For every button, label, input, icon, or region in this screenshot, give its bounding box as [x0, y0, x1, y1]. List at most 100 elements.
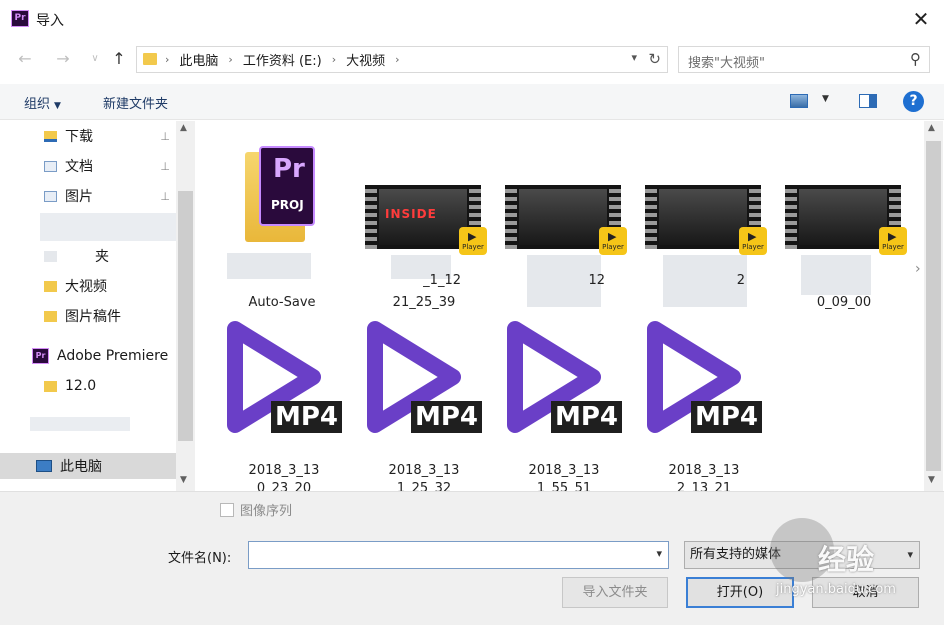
search-box[interactable]: 搜索"大视频" ⚲ [678, 46, 930, 73]
redacted-area [30, 417, 130, 431]
video-frame: INSIDE [379, 189, 467, 245]
sidebar-item-label: 12.0 [65, 378, 97, 394]
cancel-button[interactable]: 取消 [812, 577, 919, 608]
navigation-pane: 下载 ⊥ 文档 ⊥ 图片 ⊥ 夹 大视频 图片稿件 Pr Adobe Premi… [0, 121, 196, 491]
film-strip [365, 185, 377, 249]
breadcrumb-drive-e[interactable]: 工作资料 (E:) [243, 50, 322, 69]
forward-button[interactable]: → [52, 48, 74, 70]
view-options-caret-icon[interactable]: ▼ [822, 94, 829, 104]
search-input[interactable]: 搜索"大视频" [688, 52, 765, 71]
premiere-project-file-icon[interactable]: Pr PROJ [245, 146, 315, 242]
pin-icon: ⊥ [160, 129, 170, 143]
folder-icon [143, 53, 157, 65]
crumb-separator[interactable]: › [395, 53, 399, 66]
scrollbar-thumb[interactable] [178, 191, 193, 441]
breadcrumb-this-pc[interactable]: 此电脑 [179, 50, 218, 69]
file-label: 2018_3_13 [528, 463, 600, 478]
image-sequence-option[interactable]: 图像序列 [220, 500, 292, 519]
premiere-card: Pr PROJ [259, 146, 315, 226]
file-type-select[interactable]: 所有支持的媒体 ▾ [684, 541, 920, 569]
preview-pane-icon[interactable] [859, 94, 877, 108]
mp4-file-icon[interactable]: MP4 [497, 317, 637, 437]
file-label: 0_09_00 [816, 295, 872, 310]
chevron-right-icon: › [915, 261, 921, 277]
file-label: 21_25_39 [392, 295, 456, 310]
chevron-down-icon[interactable]: ▾ [631, 51, 637, 64]
video-thumbnail[interactable]: Player [645, 185, 767, 255]
recent-locations-button[interactable]: ∨ [84, 48, 106, 70]
close-button[interactable]: ✕ [898, 0, 944, 38]
sidebar-item-picture-drafts[interactable]: 图片稿件 [44, 303, 176, 329]
search-icon[interactable]: ⚲ [910, 50, 921, 68]
player-badge-icon: Player [879, 227, 907, 255]
breadcrumb-big-video[interactable]: 大视频 [346, 50, 385, 69]
content-scrollbar[interactable]: ▲ ▼ [924, 121, 943, 491]
sidebar-item-pictures[interactable]: 图片 ⊥ [44, 183, 176, 209]
sidebar-item-adobe-premiere[interactable]: Pr Adobe Premiere [32, 343, 176, 369]
sidebar-item-label: Adobe Premiere [57, 348, 169, 364]
crumb-separator[interactable]: › [228, 53, 232, 66]
sidebar-item-label: 图片稿件 [65, 309, 121, 325]
proj-glyph: PROJ [271, 198, 304, 212]
chevron-down-icon[interactable]: ▼ [180, 475, 187, 485]
premiere-icon: Pr [32, 348, 49, 364]
new-folder-button[interactable]: 新建文件夹 [103, 93, 168, 112]
sidebar-item-label: 此电脑 [60, 459, 102, 475]
sidebar-item-downloads[interactable]: 下载 ⊥ [44, 123, 176, 149]
sidebar-scrollbar[interactable]: ▲ ▼ [176, 121, 195, 491]
file-label: 2 [736, 273, 745, 288]
address-bar[interactable]: › 此电脑 › 工作资料 (E:) › 大视频 › ▾ ↻ [136, 46, 668, 73]
caret-down-icon: ▼ [54, 101, 61, 111]
folder-icon [44, 250, 57, 262]
organize-button[interactable]: 组织 ▼ [24, 93, 61, 112]
documents-icon [44, 160, 57, 172]
pr-glyph: Pr [273, 154, 305, 184]
pin-icon: ⊥ [160, 189, 170, 203]
sidebar-item-this-pc[interactable]: 此电脑 [0, 453, 176, 479]
sidebar-item-big-video[interactable]: 大视频 [44, 273, 176, 299]
premiere-app-icon: Pr [11, 10, 29, 27]
crumb-separator[interactable]: › [332, 53, 336, 66]
video-thumbnail[interactable]: Player [505, 185, 627, 255]
mp4-file-icon[interactable]: MP4 [217, 317, 357, 437]
chevron-down-icon[interactable]: ▾ [907, 542, 913, 568]
image-sequence-label: 图像序列 [240, 504, 293, 519]
help-icon[interactable]: ? [903, 91, 924, 112]
redacted-area [40, 213, 176, 241]
up-button[interactable]: ↑ [108, 48, 130, 70]
sidebar-item-12-0[interactable]: 12.0 [44, 373, 176, 399]
redacted-label [227, 253, 311, 279]
video-thumbnail[interactable]: Player [785, 185, 907, 255]
chevron-up-icon[interactable]: ▲ [928, 123, 935, 133]
redacted-label [801, 255, 871, 295]
change-view-icon[interactable] [790, 94, 808, 108]
back-button[interactable]: ← [14, 48, 36, 70]
breadcrumb: › 此电脑 › 工作资料 (E:) › 大视频 › [165, 47, 410, 72]
file-label: 2018_3_13 [668, 463, 740, 478]
film-strip [645, 185, 657, 249]
mp4-file-icon[interactable]: MP4 [637, 317, 777, 437]
scrollbar-thumb[interactable] [926, 141, 941, 471]
chevron-down-icon[interactable]: ▾ [656, 547, 662, 560]
mp4-file-icon[interactable]: MP4 [357, 317, 497, 437]
sidebar-item-folder[interactable]: 夹 [44, 243, 176, 269]
image-sequence-checkbox[interactable] [220, 502, 234, 517]
chevron-down-icon[interactable]: ▼ [928, 475, 935, 485]
chevron-up-icon[interactable]: ▲ [180, 123, 187, 133]
open-button[interactable]: 打开(O) [686, 577, 794, 608]
video-thumbnail[interactable]: INSIDE Player [365, 185, 487, 255]
refresh-icon[interactable]: ↻ [648, 50, 661, 68]
sidebar-item-label: 下载 [65, 129, 93, 145]
command-bar: 组织 ▼ 新建文件夹 ▼ ? [0, 84, 944, 120]
navigation-bar: ← → ∨ ↑ › 此电脑 › 工作资料 (E:) › 大视频 › ▾ ↻ 搜索… [0, 40, 944, 78]
filename-input[interactable]: ▾ [248, 541, 669, 569]
file-label: 12 [588, 273, 605, 288]
pin-icon: ⊥ [160, 159, 170, 173]
import-folder-button[interactable]: 导入文件夹 [562, 577, 668, 608]
video-frame [519, 189, 607, 245]
sidebar-item-documents[interactable]: 文档 ⊥ [44, 153, 176, 179]
player-badge-icon: Player [459, 227, 487, 255]
file-label: _1_12 [423, 273, 461, 288]
thumbnail-text: INSIDE [385, 207, 437, 221]
downloads-folder-icon [44, 130, 57, 142]
